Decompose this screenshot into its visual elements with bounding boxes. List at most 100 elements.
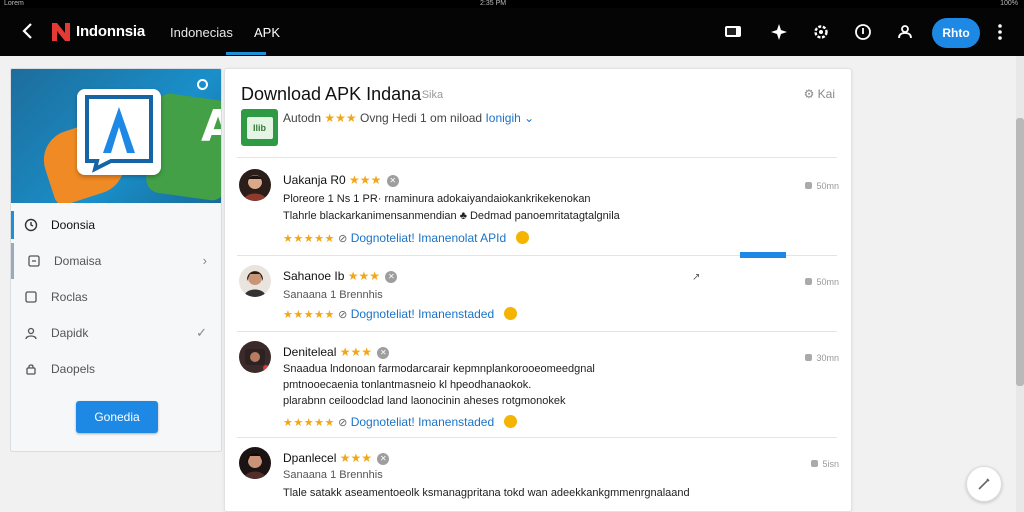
status-left: Lorem [4,0,24,7]
sparkle-icon[interactable] [768,21,790,43]
check-icon: ✓ [196,325,207,340]
account-icon[interactable] [894,21,916,43]
pencil-icon [978,478,990,490]
verified-badge-icon: ✕ [385,271,398,283]
review-item: Dpanlecel ★★★ ✕ Sanaana 1 Brennhis Tlale… [239,447,839,507]
sidebar-menu: Doonsia Domaisa › Roclas Dapidk ✓ Daopel… [11,207,221,387]
avatar [239,265,271,297]
status-bar: Lorem 2:35 PM 100% [0,0,1024,8]
reviewer-name: Dpanlecel ★★★ ✕ [283,451,390,465]
avatar [239,447,271,479]
shield-icon [805,354,813,361]
settings-icon[interactable] [810,21,832,43]
app-icon: Ilib [241,109,278,146]
sidebar-panel: A Doonsia Domaisa › Roclas Dapidk ✓ Daop… [10,68,222,452]
verified-icon: ⊘ [338,309,348,321]
reviewer-name: Deniteleal ★★★ ✕ [283,345,390,359]
review-time: 30mn [805,353,839,363]
primary-action-button[interactable]: Rhto [932,18,980,48]
reviews-card: Download APK Indana · Sika ⚙ Kai Ilib Au… [224,68,852,512]
sidebar-item-dapidk[interactable]: Dapidk ✓ [11,315,221,351]
sidebar-cta-button[interactable]: Gonedia [76,401,158,433]
review-meta: Sanaana 1 Brennhis [283,469,383,481]
review-link[interactable]: Dognoteliat! Imanenstaded [351,307,494,321]
review-text-line: Ploreore 1 Ns 1 PR· rnaminura adokaiyand… [283,193,591,205]
verified-badge-icon: ✕ [386,175,399,187]
sidebar-item-domaisa[interactable]: Domaisa › [11,243,221,279]
shield-icon [811,460,819,467]
sidebar-item-label: Doonsia [51,218,96,232]
verified-badge-icon: ✕ [377,453,390,465]
sidebar-item-roclas[interactable]: Roclas [11,279,221,315]
shield-icon [805,182,813,189]
more-icon[interactable] [990,21,1010,43]
divider [237,157,837,158]
review-text-line: Tlahrle blackarkanimensanmendian ♣ Dedma… [283,210,620,222]
title-meta: · Sika [415,89,444,101]
review-text-line: Tlale satakk aseamentoeolk ksmanagpritan… [283,487,690,499]
pointer-icon: ↗ [692,272,701,283]
image-icon [23,289,39,305]
person-icon [23,325,39,341]
hero-banner-image: A [11,69,221,203]
cast-icon[interactable] [722,21,744,43]
reviewer-name: Uakanja R0 ★★★ ✕ [283,173,399,187]
divider [237,331,837,332]
app-logo-icon [77,89,161,175]
sidebar-item-label: Dapidk [51,326,89,340]
summary-link[interactable]: Ionigih ⌄ [485,111,534,125]
scrollbar-thumb[interactable] [1016,118,1024,386]
reaction-icon[interactable] [503,307,517,320]
sidebar-item-daopels[interactable]: Daopels [11,351,221,387]
review-time: 50mn [805,277,839,287]
active-tab-indicator [226,52,266,55]
app-summary-row: Autodn ★★★ Ovng Hedi 1 om niload Ionigih… [283,111,535,125]
rating-stars: ★★★ [324,111,357,125]
reaction-icon[interactable] [503,415,517,428]
sidebar-item-label: Roclas [51,290,88,304]
brand-name: Indonnsia [76,23,146,40]
sidebar-item-doonsia[interactable]: Doonsia [11,207,221,243]
review-item: Sahanoe Ib ★★★ ✕ Sanaana 1 Brennhis ★★★★… [239,265,839,325]
brand-logo-icon [50,21,72,43]
card-settings-link[interactable]: ⚙ Kai [804,87,835,101]
review-item: Uakanja R0 ★★★ ✕ Ploreore 1 Ns 1 PR· rna… [239,169,839,249]
clock-icon [23,217,39,233]
page-title: Download APK Indana [241,84,422,104]
shield-icon [805,278,813,285]
review-text-line: Snaadua lndonoan farmodarcarair kepmnpla… [283,363,595,375]
top-app-bar: Indonnsia Indonecias APK Rhto [0,8,1024,56]
divider [237,437,837,438]
info-icon[interactable] [852,21,874,43]
review-meta: Sanaana 1 Brennhis [283,289,383,301]
nav-tab-apk[interactable]: APK [254,25,280,40]
review-text-line: plarabnn ceiloodclad land laonocinin ahe… [283,395,566,407]
status-battery: 100% [1000,0,1018,7]
edit-fab-button[interactable] [966,466,1002,502]
nav-tab-indonecias[interactable]: Indonecias [170,25,233,40]
avatar [239,169,271,201]
review-link[interactable]: Dognoteliat! Imanenolat APId [351,231,506,245]
avatar [239,341,271,373]
reviewer-name: Sahanoe Ib ★★★ ✕ [283,269,398,283]
sidebar-item-label: Daopels [51,362,96,376]
review-footer: ★★★★★ ⊘ Dognoteliat! Imanenolat APId [283,231,529,245]
status-time: 2:35 PM [480,0,507,7]
review-footer: ★★★★★ ⊘ Dognoteliat! Imanenstaded [283,307,517,321]
review-text-line: pmtnooecaenia tonlantmasneio kl hpeodhan… [283,379,532,391]
lock-icon [23,361,39,377]
review-time: 50mn [805,181,839,191]
verified-badge-icon: ✕ [377,347,390,359]
review-item: Deniteleal ★★★ ✕ Snaadua lndonoan farmod… [239,341,839,437]
chevron-right-icon: › [202,253,207,268]
back-icon[interactable] [16,20,38,42]
review-link[interactable]: Dognoteliat! Imanenstaded [351,415,494,429]
verified-icon: ⊘ [338,233,348,245]
progress-indicator [740,252,786,258]
square-icon [26,253,42,269]
verified-icon: ⊘ [338,417,348,429]
sidebar-item-label: Domaisa [54,254,102,268]
review-footer: ★★★★★ ⊘ Dognoteliat! Imanenstaded [283,415,517,429]
review-time: 5isn [811,459,839,469]
reaction-icon[interactable] [515,231,529,244]
